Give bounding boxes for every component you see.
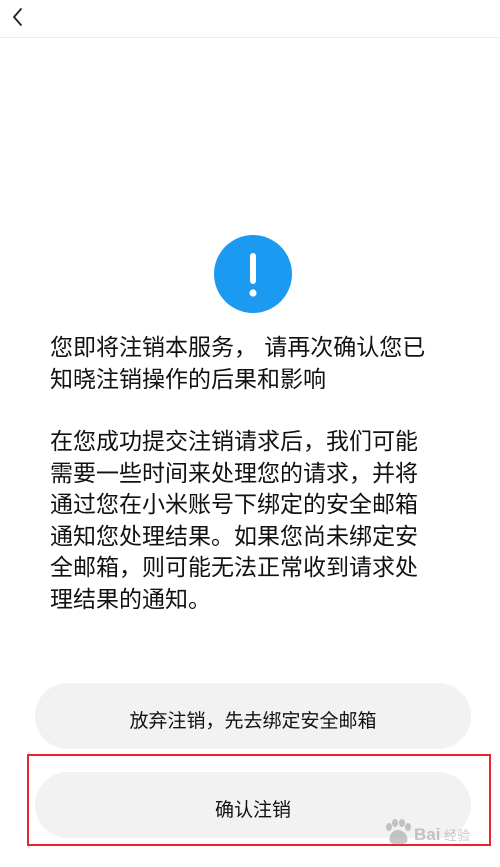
baidu-watermark: Bai 经验 bbox=[378, 812, 498, 856]
top-bar bbox=[0, 0, 500, 38]
detail-line: 通过您在小米账号下绑定的安全邮箱 bbox=[50, 492, 418, 518]
warning-message: 您即将注销本服务， 请再次确认您已 知晓注销操作的后果和影响 bbox=[50, 333, 460, 396]
abandon-button-label: 放弃注销，先去绑定安全邮箱 bbox=[129, 709, 377, 732]
warning-line: 您即将注销本服务， 请再次确认您已 bbox=[50, 335, 426, 361]
svg-text:Bai: Bai bbox=[414, 825, 440, 844]
back-button[interactable] bbox=[6, 4, 30, 30]
detail-line: 需要一些时间来处理您的请求，并将 bbox=[50, 460, 418, 487]
detail-message: 在您成功提交注销请求后，我们可能 需要一些时间来处理您的请求，并将 通过您在小米… bbox=[50, 427, 460, 616]
detail-line: 在您成功提交注销请求后，我们可能 bbox=[50, 429, 418, 455]
svg-text:经验: 经验 bbox=[444, 828, 470, 844]
exclamation-circle-icon bbox=[214, 235, 292, 313]
chevron-left-icon bbox=[13, 8, 22, 26]
detail-line: 通知您处理结果。如果您尚未绑定安 bbox=[50, 523, 418, 550]
abandon-cancellation-button[interactable]: 放弃注销，先去绑定安全邮箱 bbox=[35, 683, 471, 749]
warning-line: 知晓注销操作的后果和影响 bbox=[50, 366, 326, 393]
detail-line: 全邮箱，则可能无法正常收到请求处 bbox=[50, 555, 418, 581]
detail-line: 理结果的通知。 bbox=[50, 586, 211, 613]
